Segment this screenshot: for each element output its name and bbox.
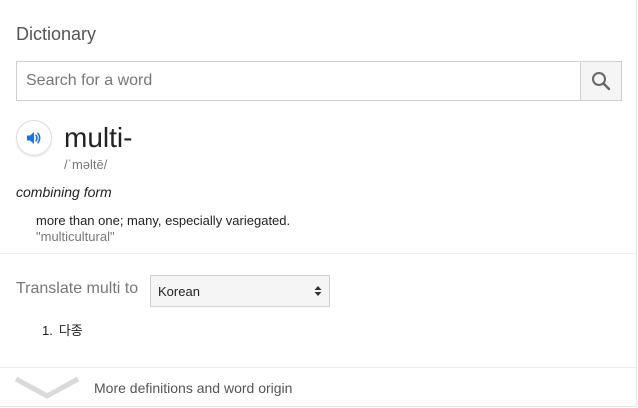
language-select-value: Korean	[158, 283, 200, 299]
translate-label: Translate multi to	[16, 280, 139, 297]
more-definitions-label: More definitions and word origin	[94, 380, 293, 396]
section-divider	[0, 253, 637, 254]
search-input[interactable]	[17, 62, 580, 100]
more-definitions-link[interactable]: More definitions and word origin	[0, 368, 637, 407]
search-icon	[592, 72, 611, 91]
translation-item: 1. 다종	[42, 320, 83, 339]
card-title: Dictionary	[16, 24, 97, 44]
dictionary-card: Dictionary multi- /ˈməltē/ combining for…	[0, 0, 637, 407]
search-box	[16, 61, 622, 101]
example-text: "multicultural"	[36, 229, 115, 244]
pronounce-button[interactable]	[16, 120, 52, 156]
updown-arrows-icon	[314, 286, 322, 296]
headword: multi-	[64, 122, 133, 153]
search-button[interactable]	[580, 62, 621, 100]
language-select[interactable]: Korean	[150, 275, 330, 307]
translation-text: 다종	[58, 323, 83, 338]
translation-number: 1.	[42, 323, 53, 338]
phonetic-spelling: /ˈməltē/	[64, 157, 108, 172]
chevron-down-icon	[14, 376, 80, 399]
speaker-icon	[27, 132, 41, 144]
part-of-speech: combining form	[16, 184, 112, 200]
definition-text: more than one; many, especially variegat…	[36, 213, 291, 228]
